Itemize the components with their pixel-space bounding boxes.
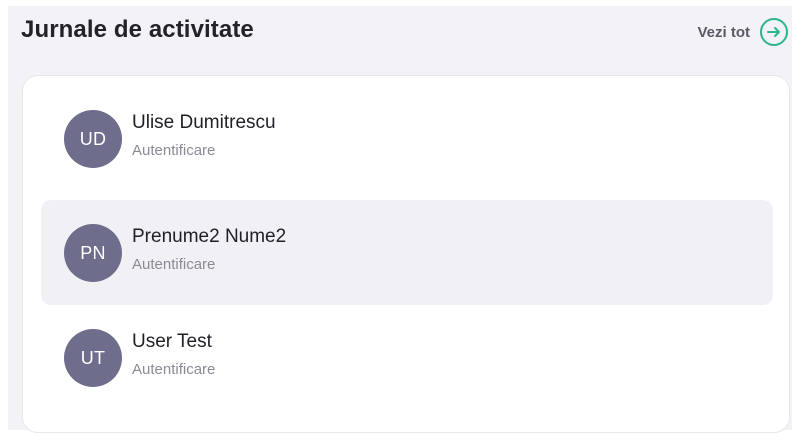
user-name: Ulise Dumitrescu xyxy=(132,112,276,133)
view-all-link[interactable]: Vezi tot xyxy=(697,17,789,47)
avatar: PN xyxy=(64,224,122,282)
user-name: User Test xyxy=(132,331,212,352)
activity-list: UD Ulise Dumitrescu Autentificare PN Pre… xyxy=(22,75,790,433)
activity-type: Autentificare xyxy=(132,256,216,273)
panel-header: Jurnale de activitate Vezi tot xyxy=(8,6,792,62)
activity-item[interactable]: UD Ulise Dumitrescu Autentificare xyxy=(41,86,773,191)
avatar: UT xyxy=(64,329,122,387)
activity-item[interactable]: PN Prenume2 Nume2 Autentificare xyxy=(41,200,773,305)
activity-log-panel: Jurnale de activitate Vezi tot UD Ulise … xyxy=(8,6,792,433)
activity-type: Autentificare xyxy=(132,361,216,378)
panel-title: Jurnale de activitate xyxy=(21,16,254,43)
view-all-label: Vezi tot xyxy=(697,23,750,41)
arrow-right-circle-icon xyxy=(760,18,788,46)
user-name: Prenume2 Nume2 xyxy=(132,226,287,247)
activity-type: Autentificare xyxy=(132,142,216,159)
activity-item[interactable]: UT User Test Autentificare xyxy=(41,305,773,410)
avatar: UD xyxy=(64,110,122,168)
